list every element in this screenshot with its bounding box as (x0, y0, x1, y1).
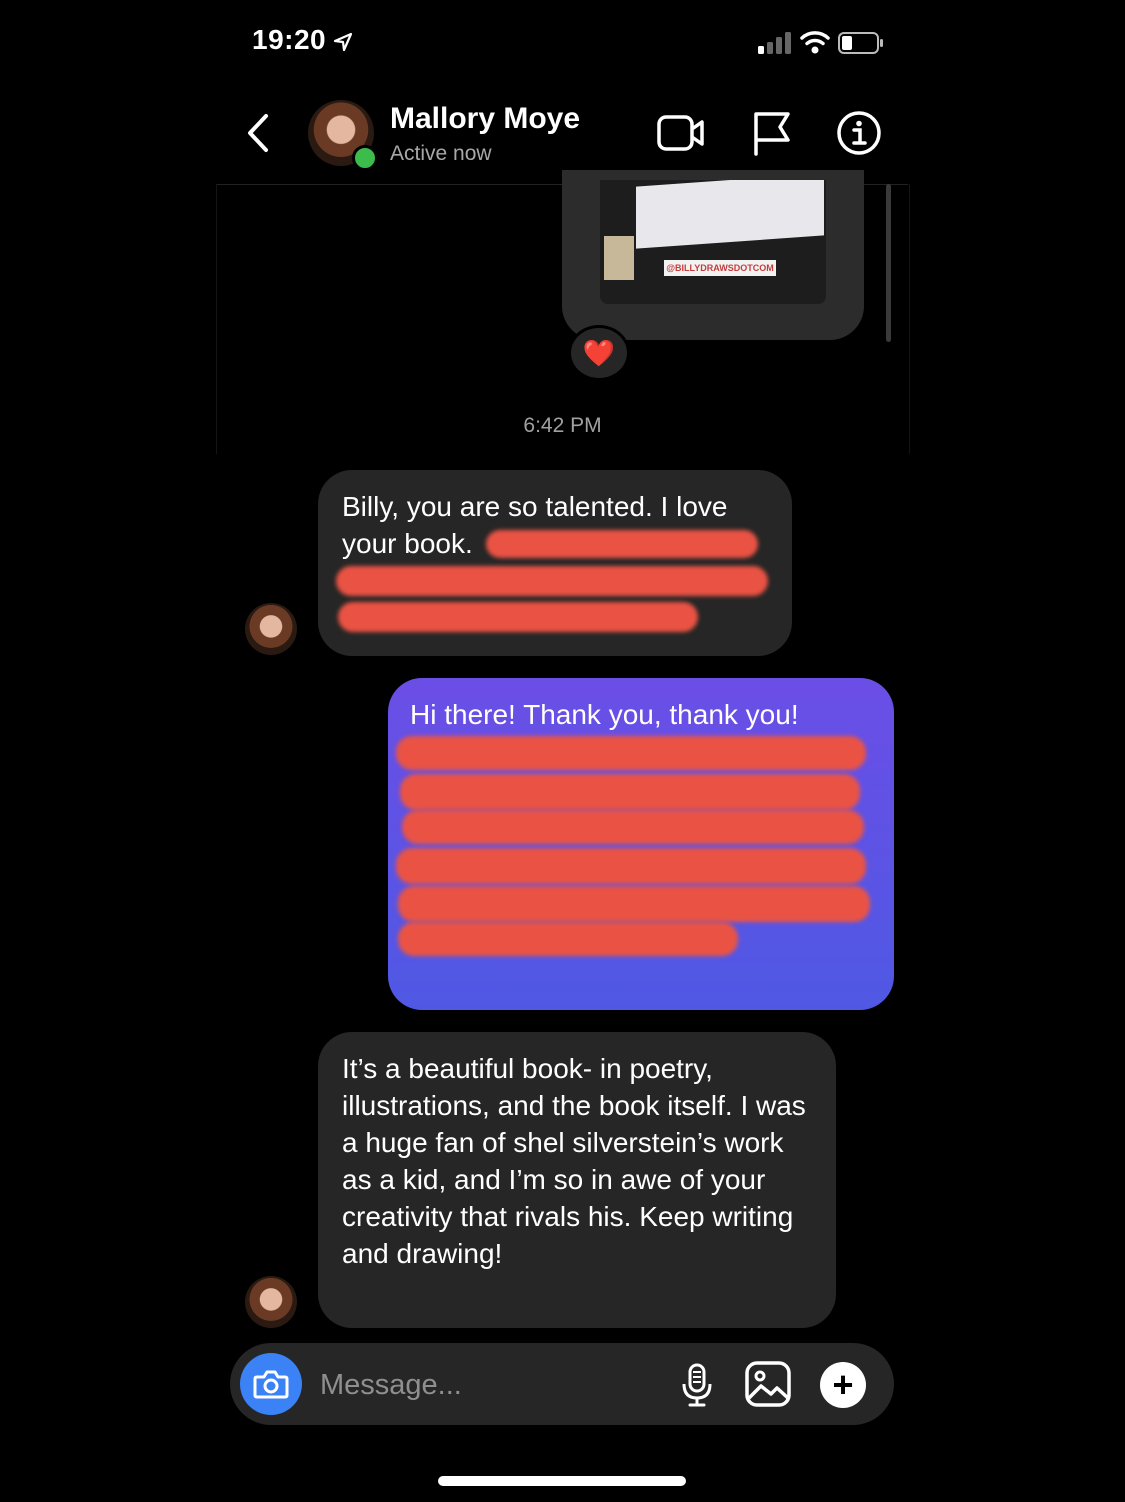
back-chevron-icon[interactable] (242, 112, 276, 154)
plus-icon: + (832, 1364, 854, 1405)
redaction-mark (398, 922, 738, 956)
home-indicator[interactable] (438, 1476, 686, 1486)
scrollbar[interactable] (886, 184, 891, 342)
redaction-mark (338, 602, 698, 632)
contact-name[interactable]: Mallory Moye (390, 102, 580, 136)
location-arrow-icon (333, 32, 353, 52)
battery-icon (838, 32, 883, 54)
redaction-mark (486, 530, 758, 558)
redaction-mark (396, 736, 866, 770)
online-indicator (352, 145, 378, 171)
message-text: Hi there! Thank you, thank you! (410, 699, 799, 730)
message-bubble-sent[interactable]: Hi there! Thank you, thank you! (388, 678, 894, 1010)
redaction-mark (400, 774, 860, 810)
message-bubble-received[interactable]: It’s a beautiful book- in poetry, illust… (318, 1032, 836, 1328)
story-book-page (636, 180, 824, 249)
redaction-mark (336, 566, 768, 596)
wifi-icon (800, 31, 830, 54)
camera-button[interactable] (240, 1353, 302, 1415)
video-call-icon[interactable] (656, 112, 706, 154)
microphone-icon[interactable] (680, 1362, 714, 1408)
heart-reaction-icon[interactable]: ❤️ (568, 325, 630, 381)
camera-icon (253, 1370, 289, 1399)
contact-avatar-small[interactable] (245, 1276, 297, 1328)
cellular-signal-icon (758, 32, 791, 54)
shared-story-image[interactable]: @BILLYDRAWSDOTCOM (600, 180, 826, 304)
gallery-icon[interactable] (744, 1360, 792, 1408)
flag-icon[interactable] (750, 110, 792, 156)
status-time: 19:20 (252, 24, 327, 55)
message-text: It’s a beautiful book- in poetry, illust… (342, 1053, 806, 1269)
message-input[interactable] (318, 1362, 652, 1408)
redaction-mark (398, 886, 870, 922)
thread-timestamp: 6:42 PM (523, 414, 602, 437)
info-icon[interactable] (836, 110, 882, 156)
add-plus-button[interactable]: + (820, 1362, 866, 1408)
message-bubble-received[interactable]: Billy, you are so talented. I love your … (318, 470, 792, 656)
story-mention-tag: @BILLYDRAWSDOTCOM (664, 260, 776, 276)
contact-avatar-small[interactable] (245, 603, 297, 655)
contact-status: Active now (390, 142, 492, 165)
story-thumbnail (604, 236, 634, 280)
redaction-mark (402, 810, 864, 844)
redaction-mark (396, 848, 866, 884)
